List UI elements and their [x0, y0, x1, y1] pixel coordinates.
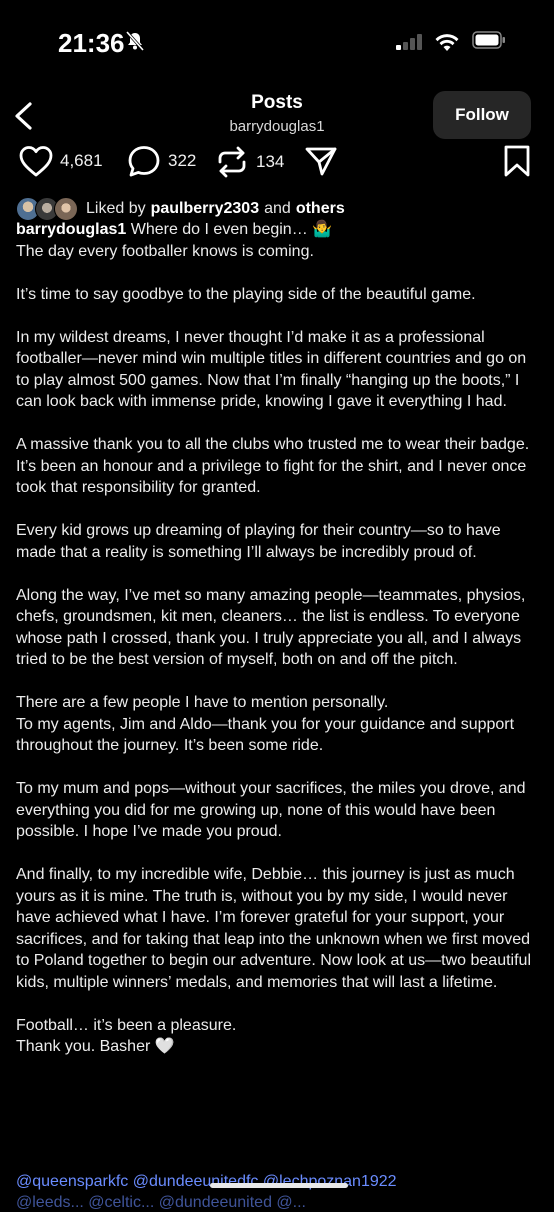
status-time: 21:36	[58, 28, 125, 58]
caption-tags-overflow[interactable]: @leeds... @celtic... @dundeeunited @...	[16, 1194, 540, 1212]
caption-first-line: barrydouglas1 Where do I even begin… 🤷‍♂…	[16, 219, 540, 241]
comment-action[interactable]: 322	[126, 144, 196, 178]
caption-paragraph: There are a few people I have to mention…	[16, 694, 515, 754]
top-bar: Posts barrydouglas1 Follow	[0, 84, 554, 148]
avatar	[54, 197, 78, 221]
save-action[interactable]	[502, 144, 532, 178]
liker-avatars	[16, 197, 80, 221]
liked-by-user[interactable]: paulberry2303	[151, 200, 260, 218]
caption-paragraph: It’s time to say goodbye to the playing …	[16, 285, 476, 303]
follow-button[interactable]: Follow	[433, 91, 531, 139]
repost-action[interactable]: 134	[214, 144, 284, 180]
post-caption: barrydouglas1 Where do I even begin… 🤷‍♂…	[16, 219, 540, 1079]
caption-tags[interactable]: @queensparkfc @dundeeunitedfc @lechpozna…	[16, 1173, 540, 1191]
battery-icon	[472, 31, 505, 49]
liked-by-prefix: Liked by	[86, 200, 146, 217]
share-action[interactable]	[304, 144, 338, 178]
post-actions: 4,681 322 134	[0, 140, 554, 184]
likes-count: 4,681	[60, 151, 103, 170]
comments-count: 322	[168, 151, 197, 170]
liked-by-others[interactable]: others	[296, 200, 345, 218]
status-bar: 21:36	[0, 0, 554, 80]
bell-slash-icon	[125, 31, 145, 51]
caption-paragraph: A massive thank you to all the clubs who…	[16, 436, 530, 496]
repost-icon[interactable]	[214, 144, 250, 180]
bookmark-icon[interactable]	[502, 144, 532, 178]
liked-by-joiner: and	[264, 200, 291, 217]
home-indicator[interactable]	[210, 1183, 348, 1188]
caption-paragraph: Football… it’s been a pleasure. Thank yo…	[16, 1016, 237, 1056]
caption-opening: Where do I even begin… 🤷‍♂️	[126, 221, 333, 238]
wifi-icon	[435, 34, 459, 51]
like-action[interactable]: 4,681	[18, 144, 103, 178]
caption-paragraph: To my mum and pops—without your sacrific…	[16, 780, 526, 840]
send-icon[interactable]	[304, 144, 338, 178]
caption-paragraph: Every kid grows up dreaming of playing f…	[16, 522, 501, 561]
caption-paragraph: In my wildest dreams, I never thought I’…	[16, 328, 527, 411]
caption-paragraph: Along the way, I’ve met so many amazing …	[16, 586, 526, 669]
caption-username[interactable]: barrydouglas1	[16, 221, 126, 238]
comment-bubble-icon[interactable]	[126, 144, 162, 178]
caption-paragraph: The day every footballer knows is coming…	[16, 242, 314, 260]
signal-icon	[396, 34, 422, 50]
reposts-count: 134	[256, 152, 285, 171]
heart-icon[interactable]	[18, 144, 54, 178]
caption-paragraph: And finally, to my incredible wife, Debb…	[16, 866, 531, 991]
